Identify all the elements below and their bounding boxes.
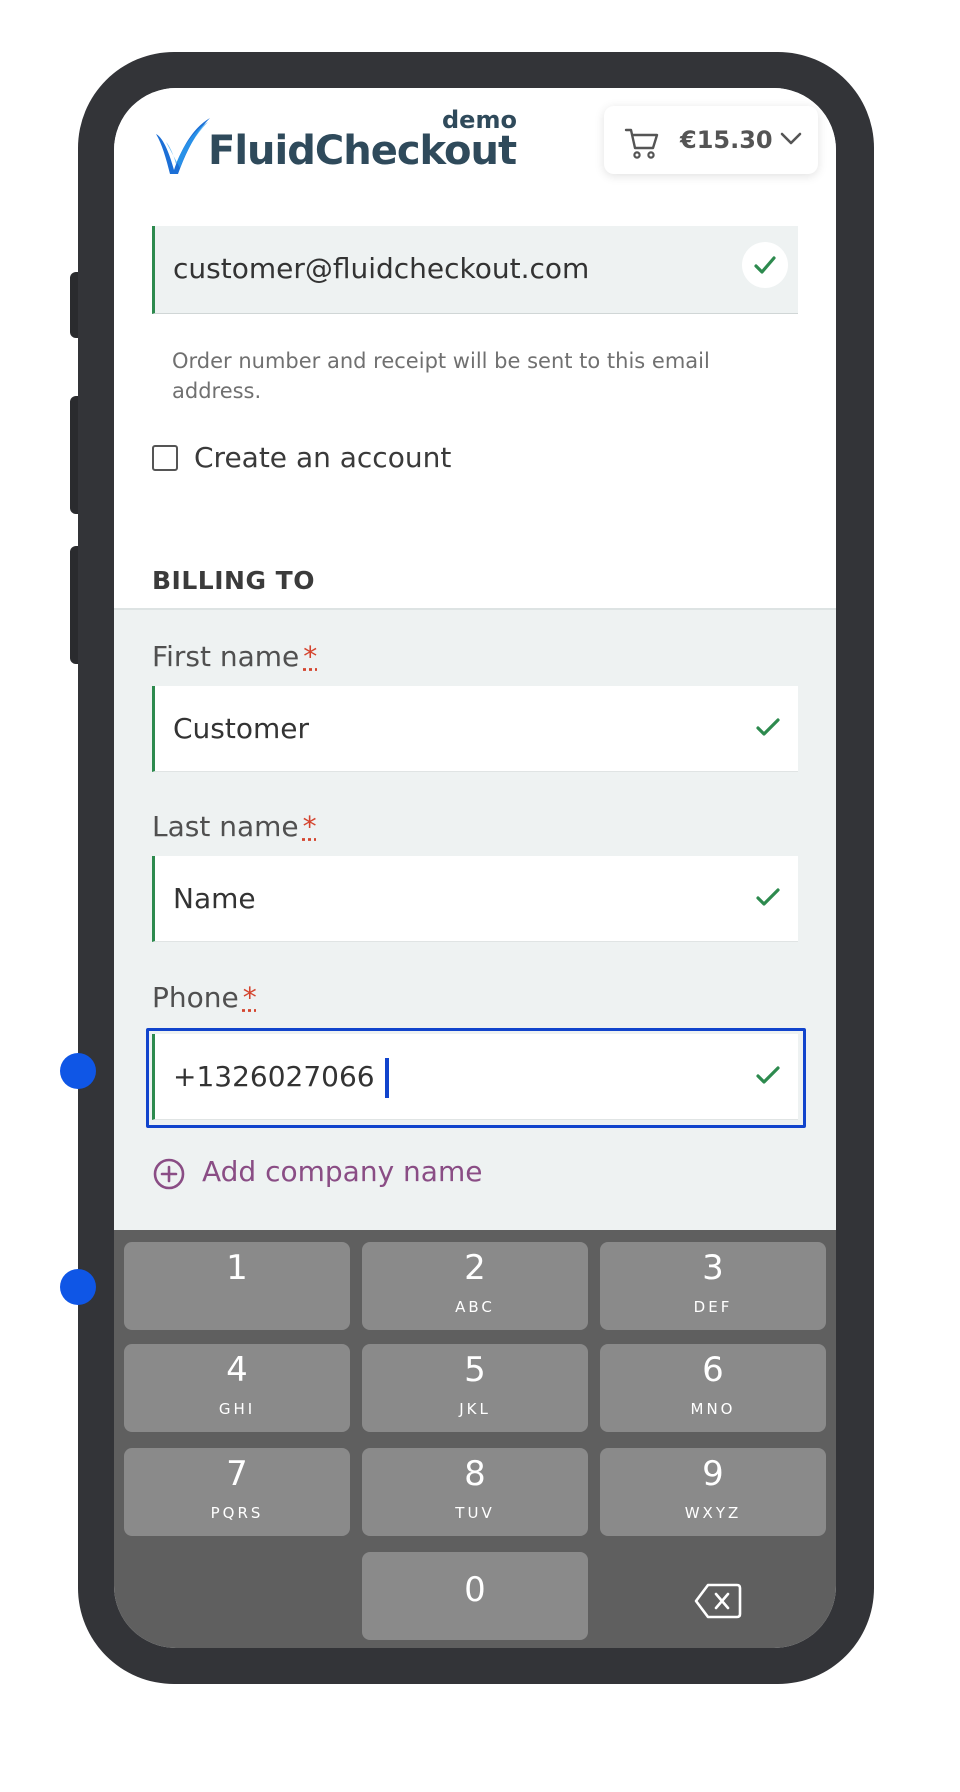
text-cursor — [385, 1058, 389, 1098]
check-icon — [754, 256, 776, 274]
key-6[interactable]: 6 MNO — [600, 1344, 826, 1432]
required-mark: * — [242, 981, 257, 1014]
key-number: 2 — [464, 1248, 486, 1288]
key-letters: GHI — [218, 1400, 256, 1418]
email-valid-badge — [742, 242, 788, 288]
billing-section-title: BILLING TO — [152, 566, 315, 595]
key-8[interactable]: 8 TUV — [362, 1448, 588, 1536]
key-letters: DEF — [693, 1298, 733, 1316]
key-7[interactable]: 7 PQRS — [124, 1448, 350, 1536]
plus-circle-icon — [153, 1158, 185, 1190]
key-number: 7 — [226, 1454, 248, 1494]
first-name-label: First name * — [152, 640, 317, 673]
last-name-value: Name — [173, 882, 256, 915]
key-9[interactable]: 9 WXYZ — [600, 1448, 826, 1536]
email-value: customer@fluidcheckout.com — [173, 252, 590, 285]
key-letters: JKL — [459, 1400, 491, 1418]
email-help-text: Order number and receipt will be sent to… — [172, 349, 710, 403]
phone-value: +1326027066 — [173, 1060, 375, 1093]
key-letters: WXYZ — [684, 1504, 742, 1522]
key-number: 5 — [464, 1350, 486, 1390]
logo-demo-badge: demo — [442, 106, 517, 134]
create-account-label: Create an account — [194, 441, 452, 474]
last-name-label: Last name * — [152, 810, 317, 843]
key-4[interactable]: 4 GHI — [124, 1344, 350, 1432]
key-1[interactable]: 1 — [124, 1242, 350, 1330]
key-number: 6 — [702, 1350, 724, 1390]
last-name-input[interactable]: Name — [152, 856, 798, 942]
key-number: 1 — [226, 1248, 248, 1288]
key-letters: PQRS — [210, 1504, 264, 1522]
key-number: 0 — [464, 1570, 486, 1610]
key-number: 4 — [226, 1350, 248, 1390]
logo-text: FluidCheckout — [208, 128, 517, 174]
site-header: FluidCheckout demo €15.30 — [114, 88, 836, 198]
fluidcheckout-logo-icon — [156, 118, 210, 174]
phone-label: Phone * — [152, 981, 257, 1014]
key-5[interactable]: 5 JKL — [362, 1344, 588, 1432]
key-number: 9 — [702, 1454, 724, 1494]
key-number: 8 — [464, 1454, 486, 1494]
first-name-label-text: First name — [152, 640, 300, 673]
check-icon — [756, 718, 780, 736]
last-name-label-text: Last name — [152, 810, 299, 843]
create-account-checkbox[interactable] — [152, 445, 178, 471]
logo[interactable]: FluidCheckout demo — [152, 106, 517, 186]
key-2[interactable]: 2 ABC — [362, 1242, 588, 1330]
cart-icon — [624, 128, 659, 159]
check-icon — [756, 888, 780, 906]
key-3[interactable]: 3 DEF — [600, 1242, 826, 1330]
backspace-icon[interactable] — [694, 1582, 742, 1620]
email-field[interactable]: customer@fluidcheckout.com — [152, 226, 798, 314]
phone-label-text: Phone — [152, 981, 239, 1014]
phone-screen: FluidCheckout demo €15.30 customer@fluid… — [114, 88, 836, 1648]
marker-dot-phone — [60, 1053, 96, 1089]
key-letters: TUV — [455, 1504, 495, 1522]
marker-dot-keypad — [60, 1269, 96, 1305]
add-company-label: Add company name — [202, 1155, 483, 1188]
phone-input[interactable]: +1326027066 — [152, 1034, 798, 1120]
first-name-input[interactable]: Customer — [152, 686, 798, 772]
required-mark: * — [303, 640, 318, 673]
required-mark: * — [302, 810, 317, 843]
key-letters: ABC — [455, 1298, 495, 1316]
cart-summary-button[interactable]: €15.30 — [604, 106, 818, 174]
chevron-down-icon — [780, 132, 802, 145]
check-icon — [756, 1066, 780, 1084]
key-number: 3 — [702, 1248, 724, 1288]
key-0[interactable]: 0 — [362, 1552, 588, 1640]
first-name-value: Customer — [173, 712, 310, 745]
numeric-keypad: 1 2 ABC 3 DEF 4 GHI 5 JKL 6 MNO 7 PQRS 8 — [114, 1230, 836, 1648]
cart-total: €15.30 — [680, 126, 773, 154]
key-letters: MNO — [690, 1400, 736, 1418]
